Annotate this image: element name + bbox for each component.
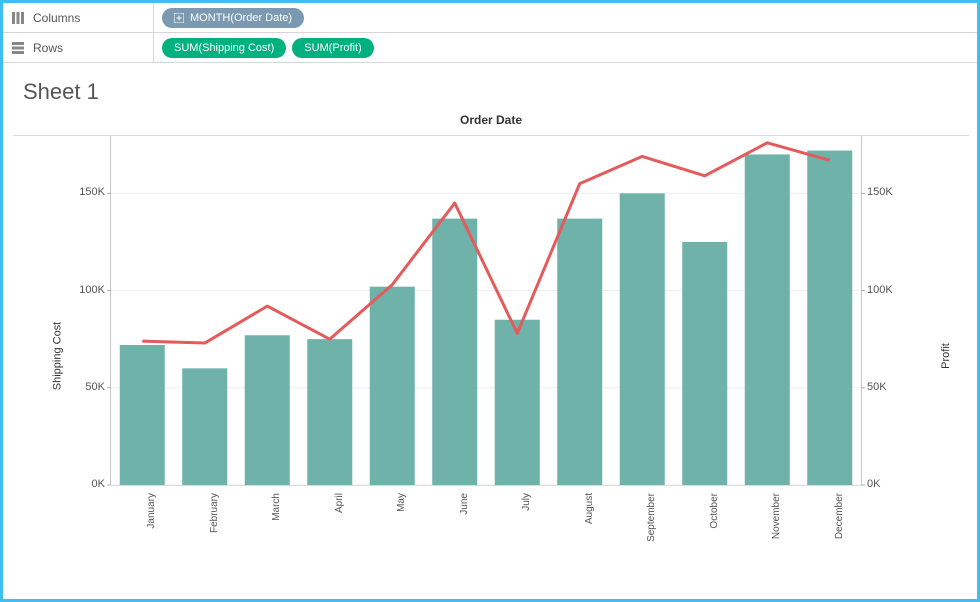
columns-label: Columns (33, 11, 153, 25)
pill-label: SUM(Shipping Cost) (174, 42, 274, 54)
y-tick-right: 0K (867, 478, 907, 490)
y-tick-right: 150K (867, 186, 907, 198)
y-tick-left: 0K (65, 478, 105, 490)
x-tick-label: October (709, 493, 720, 529)
pill-month-order-date[interactable]: MONTH(Order Date) (162, 8, 304, 28)
y-tick-left: 150K (65, 186, 105, 198)
pill-sum-profit[interactable]: SUM(Profit) (292, 38, 373, 58)
columns-shelf[interactable]: Columns MONTH(Order Date) (3, 3, 977, 33)
chart-title: Order Date (11, 111, 971, 131)
x-tick-label: March (271, 493, 282, 521)
y-tick-left: 100K (65, 284, 105, 296)
pill-sum-shipping-cost[interactable]: SUM(Shipping Cost) (162, 38, 286, 58)
columns-icon (9, 11, 27, 25)
y-tick-right: 50K (867, 381, 907, 393)
x-tick-label: July (521, 493, 532, 511)
rows-label: Rows (33, 41, 153, 55)
x-tick-label: April (334, 493, 345, 513)
x-tick-label: May (396, 493, 407, 512)
chart-inner[interactable]: Shipping Cost Profit 0K 0K 50K 50K 100K 100K 1… (11, 131, 971, 581)
pill-label: SUM(Profit) (304, 42, 361, 54)
chart-area: Order Date Shipping Cost Profit 0K 0K 50K 5… (11, 111, 971, 581)
y-axis-label-left: Shipping Cost (51, 322, 63, 391)
y-axis-label-right: Profit (940, 343, 952, 369)
x-tick-label: February (209, 493, 220, 533)
x-tick-label: September (646, 493, 657, 542)
x-tick-label: August (584, 493, 595, 524)
rows-shelf[interactable]: Rows SUM(Shipping Cost) SUM(Profit) (3, 33, 977, 63)
x-tick-label: November (771, 493, 782, 539)
shelf-divider (153, 3, 154, 32)
x-tick-label: January (146, 493, 157, 529)
shelf-divider (153, 33, 154, 62)
sheet-title: Sheet 1 (3, 63, 977, 111)
x-tick-label: December (834, 493, 845, 539)
plus-icon (174, 13, 184, 23)
y-tick-left: 50K (65, 381, 105, 393)
rows-icon (9, 41, 27, 55)
y-tick-right: 100K (867, 284, 907, 296)
pill-label: MONTH(Order Date) (190, 12, 292, 24)
x-tick-label: June (459, 493, 470, 515)
